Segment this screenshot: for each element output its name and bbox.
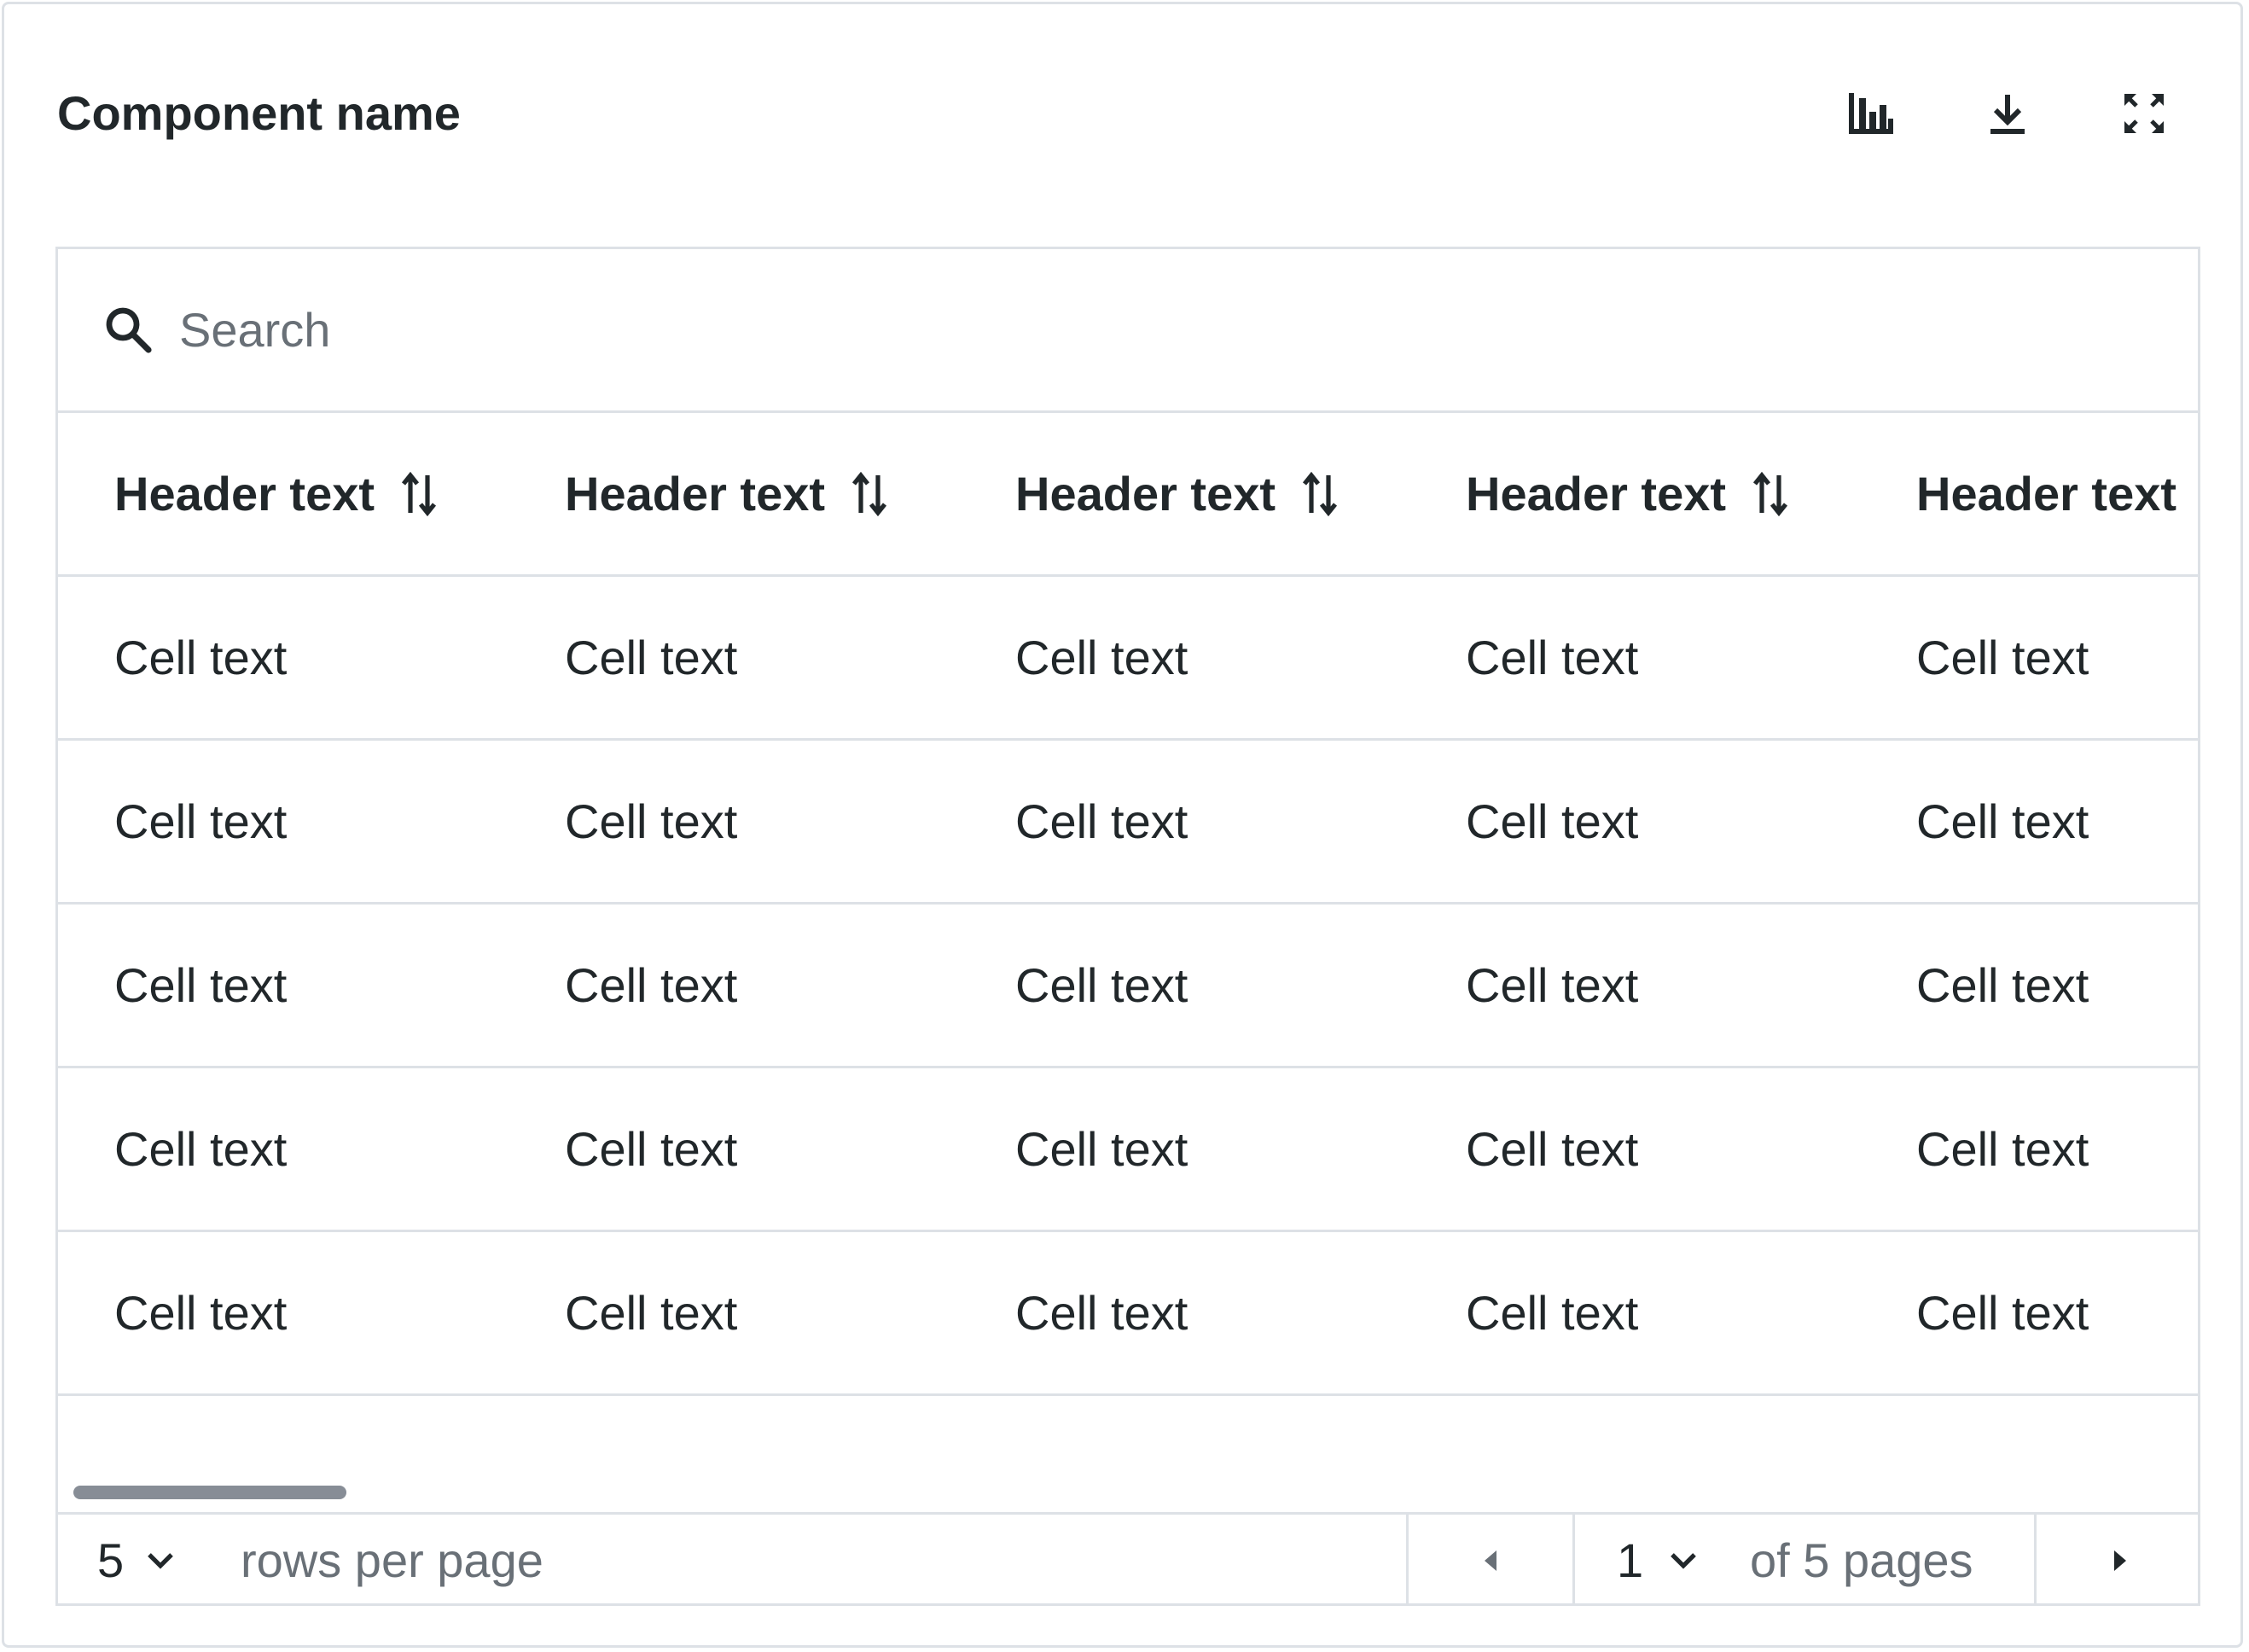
chevron-down-icon <box>148 1552 173 1569</box>
column-header-2[interactable]: Header text <box>565 413 888 574</box>
table-header-row: Header text Header text Header text Header … <box>58 413 2198 577</box>
table-cell: Cell text <box>114 1122 288 1176</box>
table-cell: Cell text <box>1015 1122 1188 1176</box>
fullscreen-button[interactable] <box>2110 79 2178 148</box>
bar-chart-icon <box>1849 93 1893 134</box>
table-cell: Cell text <box>114 1286 288 1340</box>
maximize-icon <box>2124 94 2164 133</box>
table-cell: Cell text <box>1466 631 1639 684</box>
rows-per-page-value: 5 <box>97 1533 125 1587</box>
divider <box>1572 1515 1575 1603</box>
table-cell: Cell text <box>565 958 738 1012</box>
table-card: Component name Search Header text Header… <box>2 2 2243 1648</box>
next-page-button[interactable] <box>2037 1515 2198 1603</box>
table-row[interactable]: Cell text Cell text Cell text Cell text Cell… <box>58 577 2198 741</box>
table-cell: Cell text <box>1916 1122 2089 1176</box>
column-header-3[interactable]: Header text <box>1015 413 1339 574</box>
table-cell: Cell text <box>1466 1122 1639 1176</box>
table-cell: Cell text <box>1916 958 2089 1012</box>
download-icon <box>1990 95 2025 134</box>
scrollbar-thumb[interactable] <box>73 1486 346 1499</box>
column-header-label: Header text <box>114 467 375 521</box>
table-cell: Cell text <box>114 794 288 848</box>
table-cell: Cell text <box>1916 794 2089 848</box>
table-cell: Cell text <box>1015 631 1188 684</box>
caret-right-icon <box>2113 1550 2126 1571</box>
column-header-4[interactable]: Header text <box>1466 413 1789 574</box>
table-grid: Header text Header text Header text Header … <box>58 413 2198 1396</box>
rows-per-page-select[interactable]: 5 <box>97 1515 175 1603</box>
current-page-value: 1 <box>1617 1533 1644 1587</box>
table-cell: Cell text <box>1466 794 1639 848</box>
column-header-label: Header text <box>1916 467 2177 521</box>
chart-button[interactable] <box>1837 79 1905 148</box>
table-cell: Cell text <box>1466 958 1639 1012</box>
data-table: Header text Header text Header text Header … <box>55 247 2200 1606</box>
download-button[interactable] <box>1973 79 2042 148</box>
table-cell: Cell text <box>1015 794 1188 848</box>
table-cell: Cell text <box>1916 631 2089 684</box>
rows-per-page-label: rows per page <box>241 1533 543 1587</box>
page-number-select[interactable]: 1 <box>1617 1515 1698 1603</box>
table-cell: Cell text <box>565 1122 738 1176</box>
pagination-bar: 5 rows per page 1 of 5 pages <box>58 1515 2198 1603</box>
horizontal-scrollbar[interactable] <box>58 1475 2198 1515</box>
table-cell: Cell text <box>114 958 288 1012</box>
column-header-1[interactable]: Header text <box>114 413 438 574</box>
table-row[interactable]: Cell text Cell text Cell text Cell text Cell… <box>58 741 2198 905</box>
table-cell: Cell text <box>565 631 738 684</box>
table-cell: Cell text <box>1015 958 1188 1012</box>
table-cell: Cell text <box>1466 1286 1639 1340</box>
table-cell: Cell text <box>114 631 288 684</box>
previous-page-button[interactable] <box>1409 1515 1572 1603</box>
table-row[interactable]: Cell text Cell text Cell text Cell text Cell… <box>58 1068 2198 1232</box>
sort-arrows-icon[interactable] <box>851 471 888 516</box>
table-cell: Cell text <box>565 1286 738 1340</box>
table-cell: Cell text <box>1916 1286 2089 1340</box>
total-pages-label: of 5 pages <box>1750 1533 1973 1587</box>
table-row[interactable]: Cell text Cell text Cell text Cell text Cell… <box>58 905 2198 1068</box>
sort-arrows-icon[interactable] <box>400 471 438 516</box>
sort-arrows-icon[interactable] <box>1301 471 1339 516</box>
search-icon <box>106 307 152 353</box>
table-cell: Cell text <box>1015 1286 1188 1340</box>
search-input[interactable] <box>179 288 2141 370</box>
caret-left-icon <box>1485 1550 1496 1571</box>
column-header-5[interactable]: Header text <box>1916 413 2176 574</box>
column-header-label: Header text <box>1015 467 1276 521</box>
table-row[interactable]: Cell text Cell text Cell text Cell text Cell… <box>58 1232 2198 1396</box>
table-cell: Cell text <box>565 794 738 848</box>
column-header-label: Header text <box>1466 467 1727 521</box>
component-title: Component name <box>57 86 461 140</box>
sort-arrows-icon[interactable] <box>1752 471 1789 516</box>
chevron-down-icon <box>1671 1552 1696 1569</box>
search-bar <box>58 249 2198 413</box>
column-header-label: Header text <box>565 467 826 521</box>
